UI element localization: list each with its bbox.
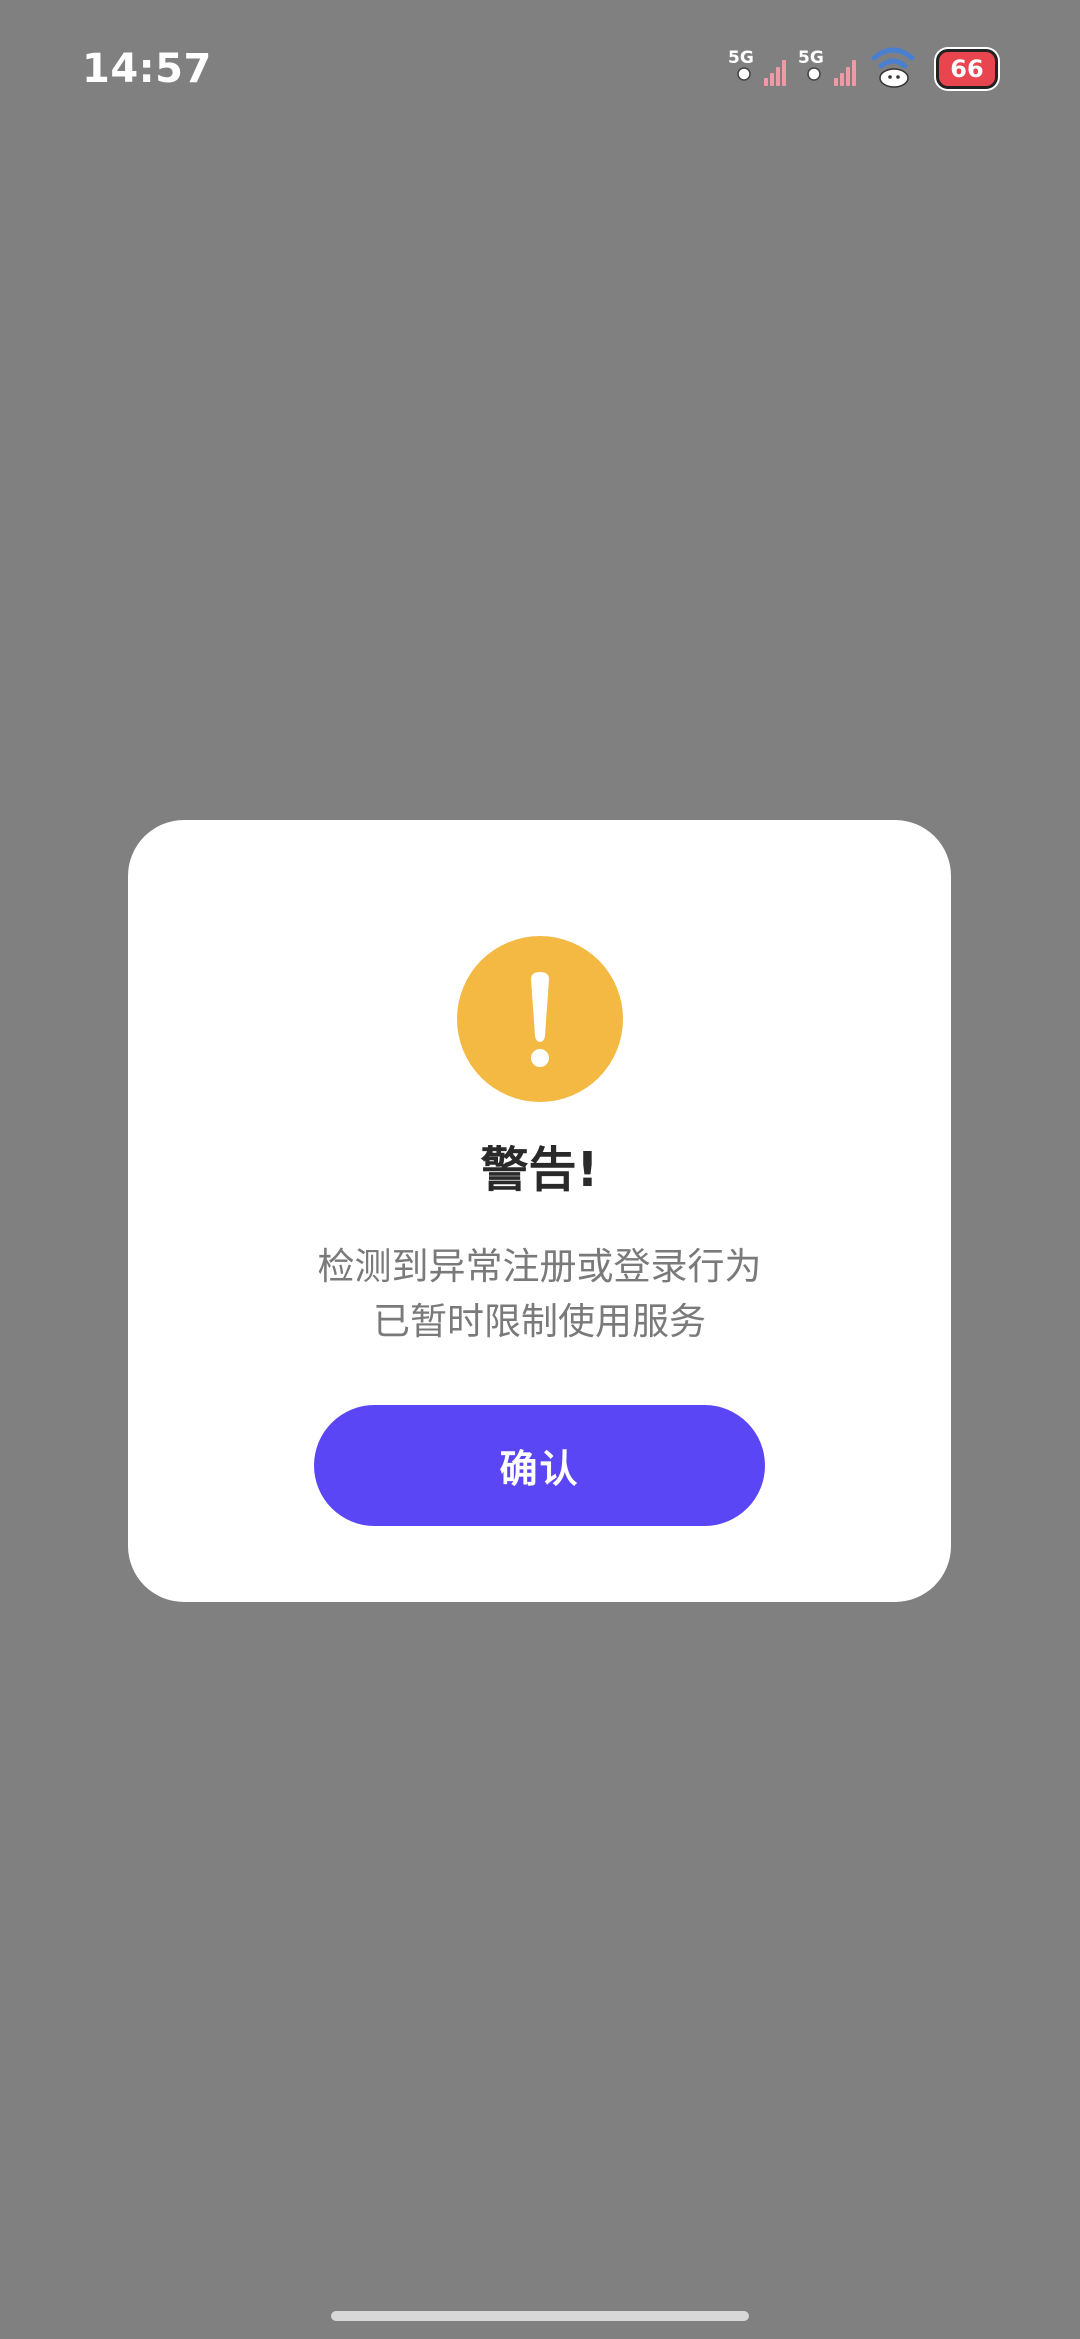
battery-level: 66 bbox=[950, 55, 984, 83]
warning-dialog: 警告! 检测到异常注册或登录行为 已暂时限制使用服务 确认 bbox=[128, 820, 951, 1602]
status-icons: 5G 5G 66 bbox=[728, 44, 998, 94]
battery-icon: 66 bbox=[936, 49, 998, 89]
signal-5g-icon: 5G bbox=[728, 46, 790, 92]
confirm-button-label: 确认 bbox=[499, 1447, 580, 1491]
warning-icon bbox=[457, 936, 623, 1102]
dialog-message-line1: 检测到异常注册或登录行为 bbox=[317, 1245, 762, 1288]
signal-5g-icon: 5G bbox=[798, 46, 860, 92]
wifi-icon bbox=[868, 44, 918, 94]
status-time: 14:57 bbox=[82, 46, 212, 92]
confirm-button[interactable]: 确认 bbox=[314, 1405, 765, 1526]
home-indicator[interactable] bbox=[331, 2311, 749, 2321]
dialog-title: 警告! bbox=[480, 1142, 599, 1198]
dialog-message-line2: 已暂时限制使用服务 bbox=[373, 1300, 706, 1343]
status-bar: 14:57 5G 5G 66 bbox=[0, 0, 1080, 140]
